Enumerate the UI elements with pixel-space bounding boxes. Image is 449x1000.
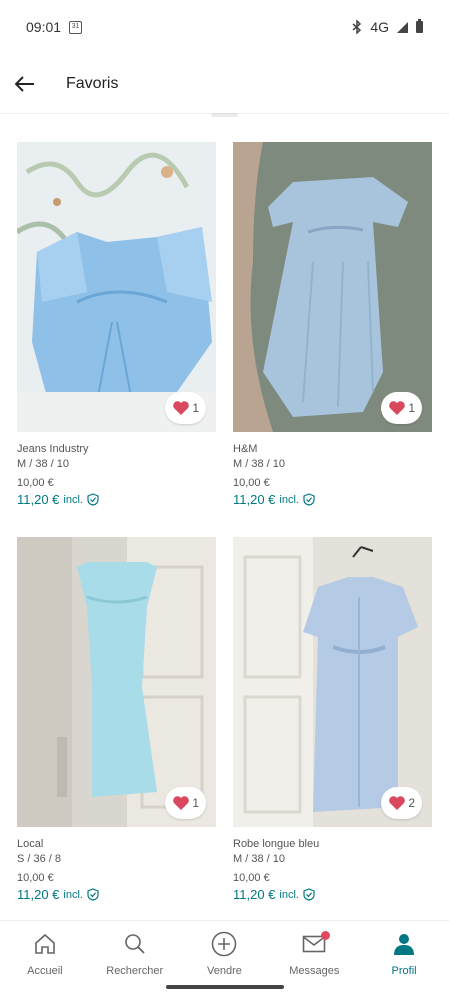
favorite-count: 2 xyxy=(408,796,415,810)
item-price-incl[interactable]: 11,20 € incl. xyxy=(233,492,432,507)
dress-image xyxy=(233,537,432,827)
plus-circle-icon xyxy=(210,930,238,958)
mail-icon xyxy=(300,930,331,958)
status-time: 09:01 xyxy=(26,19,62,35)
app-header: Favoris xyxy=(0,54,449,114)
signal-icon xyxy=(397,21,408,33)
network-label: 4G xyxy=(370,19,389,35)
battery-icon xyxy=(416,19,423,33)
heart-icon xyxy=(173,796,190,810)
item-size: M / 38 / 10 xyxy=(233,458,285,470)
item-price-total: 11,20 € xyxy=(17,887,60,902)
nav-messages[interactable]: Messages xyxy=(270,930,358,977)
item-incl-label: incl. xyxy=(279,888,299,901)
favorite-count: 1 xyxy=(192,796,199,810)
back-button[interactable] xyxy=(0,59,50,109)
bluetooth-icon xyxy=(352,20,362,34)
item-price: 10,00 € xyxy=(17,872,54,884)
heart-icon xyxy=(389,796,406,810)
item-price-incl[interactable]: 11,20 € incl. xyxy=(17,887,216,902)
nav-search-label: Rechercher xyxy=(106,965,164,977)
item-size: M / 38 / 10 xyxy=(233,853,285,865)
item-incl-label: incl. xyxy=(63,888,83,901)
favorite-button[interactable]: 2 xyxy=(381,787,422,819)
nav-profile[interactable]: Profil xyxy=(360,930,448,977)
item-info: H&M M / 38 / 10 10,00 € 11,20 € incl. xyxy=(233,432,432,507)
status-right: 4G xyxy=(352,19,423,35)
nav-search[interactable]: Rechercher xyxy=(91,930,179,977)
item-card[interactable]: 1 Local S / 36 / 8 10,00 € 11,20 € incl. xyxy=(17,537,216,902)
item-info: Robe longue bleu M / 38 / 10 10,00 € 11,… xyxy=(233,827,432,902)
nav-sell-label: Vendre xyxy=(207,965,242,977)
arrow-left-icon xyxy=(15,75,34,92)
item-photo[interactable]: 2 xyxy=(233,537,432,827)
item-photo[interactable]: 1 xyxy=(233,142,432,432)
item-price-total: 11,20 € xyxy=(233,887,276,902)
item-card[interactable]: 1 H&M M / 38 / 10 10,00 € 11,20 € incl. xyxy=(233,142,432,507)
favorite-button[interactable]: 1 xyxy=(381,392,422,424)
item-brand: Local xyxy=(17,838,44,850)
item-price: 10,00 € xyxy=(233,477,270,489)
item-brand: H&M xyxy=(233,443,258,455)
item-card[interactable]: 2 Robe longue bleu M / 38 / 10 10,00 € 1… xyxy=(233,537,432,902)
status-bar: 09:01 31 4G xyxy=(0,0,449,54)
favorite-button[interactable]: 1 xyxy=(165,392,206,424)
item-info: Local S / 36 / 8 10,00 € 11,20 € incl. xyxy=(17,827,216,902)
dress-image xyxy=(17,537,216,827)
item-price: 10,00 € xyxy=(17,477,54,489)
nav-home-label: Accueil xyxy=(27,965,63,977)
dress-image xyxy=(233,142,432,432)
shield-check-icon xyxy=(87,493,99,506)
shield-check-icon xyxy=(303,493,315,506)
nav-profile-label: Profil xyxy=(391,965,417,977)
heart-icon xyxy=(173,401,190,415)
notification-dot xyxy=(321,931,331,940)
item-photo[interactable]: 1 xyxy=(17,537,216,827)
item-card[interactable]: 1 Jeans Industry M / 38 / 10 10,00 € 11,… xyxy=(17,142,216,507)
nav-sell[interactable]: Vendre xyxy=(180,930,268,977)
dress-image xyxy=(17,142,216,432)
item-price-incl[interactable]: 11,20 € incl. xyxy=(233,887,432,902)
item-brand: Robe longue bleu xyxy=(233,838,320,850)
item-price-total: 11,20 € xyxy=(17,492,60,507)
item-price-total: 11,20 € xyxy=(233,492,276,507)
item-price-incl[interactable]: 11,20 € incl. xyxy=(17,492,216,507)
bottom-navigation: Accueil Rechercher Vendre Messages Profi… xyxy=(0,920,449,980)
item-price: 10,00 € xyxy=(233,872,270,884)
nav-messages-label: Messages xyxy=(289,965,340,977)
item-incl-label: incl. xyxy=(279,493,299,506)
pull-indicator xyxy=(211,113,238,117)
status-left: 09:01 31 xyxy=(26,19,83,35)
gesture-bar[interactable] xyxy=(166,985,284,989)
item-brand: Jeans Industry xyxy=(17,443,89,455)
shield-check-icon xyxy=(87,888,99,901)
favorite-count: 1 xyxy=(192,401,199,415)
shield-check-icon xyxy=(303,888,315,901)
home-icon xyxy=(31,930,59,958)
user-icon xyxy=(390,930,418,958)
favorite-count: 1 xyxy=(408,401,415,415)
page-title: Favoris xyxy=(66,74,119,92)
item-info: Jeans Industry M / 38 / 10 10,00 € 11,20… xyxy=(17,432,216,507)
item-size: M / 38 / 10 xyxy=(17,458,69,470)
item-size: S / 36 / 8 xyxy=(17,853,62,865)
search-icon xyxy=(121,930,149,958)
item-incl-label: incl. xyxy=(63,493,83,506)
calendar-icon: 31 xyxy=(69,20,83,34)
heart-icon xyxy=(389,401,406,415)
favorite-button[interactable]: 1 xyxy=(165,787,206,819)
item-photo[interactable]: 1 xyxy=(17,142,216,432)
nav-home[interactable]: Accueil xyxy=(1,930,89,977)
